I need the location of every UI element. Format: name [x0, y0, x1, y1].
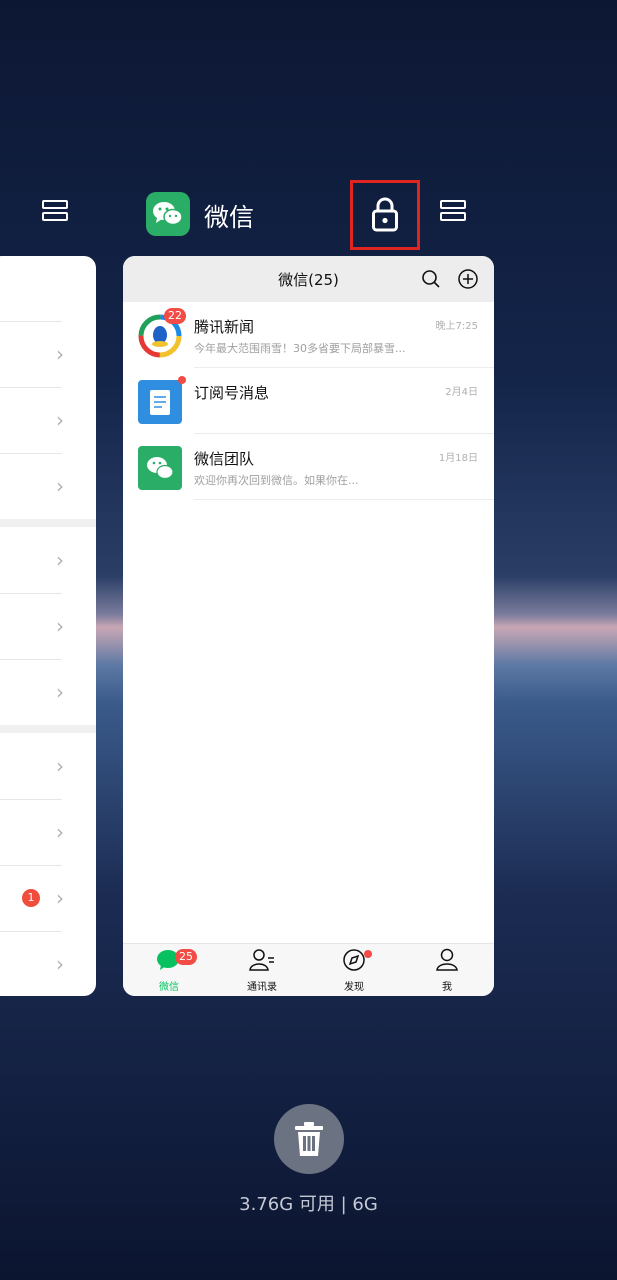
- chevron-right-icon: ›: [56, 820, 64, 844]
- clear-all-button[interactable]: [274, 1104, 344, 1174]
- divider: [0, 931, 62, 932]
- chat-time: 1月18日: [438, 453, 478, 464]
- chat-name: 微信团队: [194, 450, 255, 468]
- chevron-right-icon: ›: [56, 952, 64, 976]
- chevron-right-icon: ›: [56, 474, 64, 498]
- chevron-right-icon: ›: [56, 886, 64, 910]
- contacts-icon: [249, 949, 274, 971]
- chevron-right-icon: ›: [56, 408, 64, 432]
- search-icon[interactable]: [421, 269, 441, 289]
- chat-item-subscriptions[interactable]: 订阅号消息 2月4日: [123, 368, 494, 434]
- person-icon: [436, 948, 458, 971]
- unread-dot: [178, 376, 186, 384]
- section-gap: [0, 725, 96, 733]
- subscriptions-avatar: [138, 380, 182, 424]
- tab-chats[interactable]: 25 微信: [139, 948, 199, 993]
- unread-dot: [364, 950, 372, 958]
- unread-badge: 22: [164, 308, 186, 324]
- tab-discover[interactable]: 发现: [324, 948, 384, 993]
- trash-icon: [295, 1122, 323, 1156]
- tab-label: 我: [442, 982, 452, 993]
- split-screen-icon[interactable]: [440, 200, 466, 226]
- lock-icon: [372, 197, 398, 232]
- divider: [0, 387, 62, 388]
- notification-badge: 1: [22, 889, 40, 907]
- chevron-right-icon: ›: [56, 548, 64, 572]
- chat-name: 订阅号消息: [194, 384, 270, 402]
- chat-item-tencent-news[interactable]: 22 腾讯新闻 今年最大范围雨雪！30多省要下局部暴雪... 晚上7:25: [123, 302, 494, 368]
- chevron-right-icon: ›: [56, 680, 64, 704]
- tab-label: 通讯录: [247, 982, 277, 993]
- chat-name: 腾讯新闻: [194, 318, 255, 336]
- section-gap: [0, 519, 96, 527]
- divider: [0, 659, 62, 660]
- app-title: 微信: [204, 203, 255, 232]
- chat-time: 晚上7:25: [435, 321, 478, 332]
- chat-preview: 欢迎你再次回到微信。如果你在...: [194, 474, 359, 487]
- chat-item-wechat-team[interactable]: 微信团队 欢迎你再次回到微信。如果你在... 1月18日: [123, 434, 494, 500]
- divider: [0, 865, 62, 866]
- lock-app-button[interactable]: [350, 180, 420, 250]
- wechat-app-icon: [146, 192, 190, 236]
- tab-label: 发现: [344, 982, 364, 993]
- tab-label: 微信: [159, 982, 179, 993]
- divider: [0, 321, 62, 322]
- chevron-right-icon: ›: [56, 754, 64, 778]
- chat-preview: 今年最大范围雨雪！30多省要下局部暴雪...: [194, 342, 406, 355]
- divider: [0, 593, 62, 594]
- tab-me[interactable]: 我: [417, 948, 477, 993]
- wechat-team-avatar: [138, 446, 182, 490]
- compass-icon: [343, 949, 365, 971]
- divider: [0, 453, 62, 454]
- chevron-right-icon: ›: [56, 614, 64, 638]
- bottom-tab-bar: 25 微信 通讯录 发现 我: [123, 943, 494, 996]
- divider: [194, 499, 494, 500]
- split-screen-icon[interactable]: [42, 200, 68, 226]
- add-icon[interactable]: [457, 268, 479, 290]
- wechat-app-card[interactable]: 微信(25) 22 腾讯新闻 今年最大范围雨雪！30多省要下局部暴雪... 晚上…: [123, 256, 494, 996]
- memory-status: 3.76G 可用 | 6G: [239, 1194, 378, 1215]
- wechat-topbar: 微信(25): [123, 256, 494, 302]
- unread-badge: 25: [175, 949, 197, 965]
- chevron-right-icon: ›: [56, 342, 64, 366]
- chat-time: 2月4日: [445, 387, 478, 398]
- previous-app-card[interactable]: › › › › › › › › 1 › ›: [0, 256, 96, 996]
- tab-contacts[interactable]: 通讯录: [232, 948, 292, 993]
- divider: [0, 799, 62, 800]
